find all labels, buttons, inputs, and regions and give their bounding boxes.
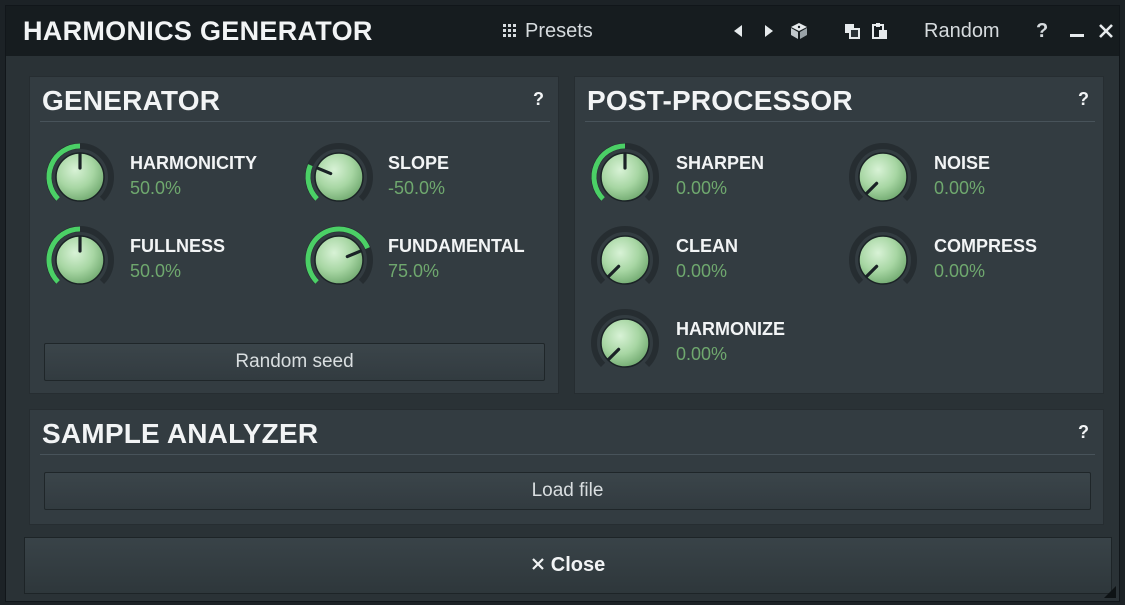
knob-graphic <box>849 143 917 202</box>
titlebar: HARMONICS GENERATOR Presets Random ? <box>6 6 1119 56</box>
paste-icon <box>872 22 888 40</box>
knob-graphic <box>305 143 373 202</box>
knob-graphic <box>46 143 114 202</box>
divider <box>40 121 550 122</box>
slope-knob[interactable] <box>301 139 377 215</box>
sample-analyzer-title: SAMPLE ANALYZER <box>42 418 319 449</box>
random-seed-button[interactable]: Random seed <box>44 343 545 381</box>
copy-button[interactable] <box>844 18 860 44</box>
fundamental-knob[interactable] <box>301 222 377 298</box>
generator-panel: GENERATOR ? HARMONICITY 50.0% SLOPE -50.… <box>29 76 559 394</box>
fundamental-label: FUNDAMENTAL <box>388 236 525 256</box>
close-label: Close <box>550 554 606 576</box>
divider <box>40 454 1095 455</box>
close-button[interactable]: Close <box>24 537 1112 594</box>
divider <box>585 121 1095 122</box>
harmonize-label: HARMONIZE <box>676 319 785 339</box>
sample-analyzer-panel: SAMPLE ANALYZER ? Load file <box>29 409 1104 525</box>
knob-graphic <box>591 226 659 285</box>
random-button[interactable]: Random <box>924 18 1000 44</box>
post-processor-title: POST-PROCESSOR <box>587 85 853 116</box>
minimize-button[interactable] <box>1069 18 1085 44</box>
noise-label: NOISE <box>934 153 991 173</box>
slope-value: -50.0% <box>388 178 446 198</box>
plugin-window: HARMONICS GENERATOR Presets Random ? GEN… <box>5 5 1120 602</box>
minimize-icon <box>1069 23 1085 39</box>
sharpen-knob[interactable] <box>587 139 663 215</box>
sharpen-label: SHARPEN <box>676 153 765 173</box>
close-window-button[interactable] <box>1098 18 1114 44</box>
presets-label: Presets <box>525 19 593 42</box>
generator-title: GENERATOR <box>42 85 221 116</box>
load-file-button[interactable]: Load file <box>44 472 1091 510</box>
harmonize-knob[interactable] <box>587 305 663 381</box>
compress-label: COMPRESS <box>934 236 1038 256</box>
fundamental-value: 75.0% <box>388 261 440 281</box>
fullness-value: 50.0% <box>130 261 182 281</box>
knob-graphic <box>591 309 659 368</box>
harmonicity-knob[interactable] <box>42 139 118 215</box>
fullness-label: FULLNESS <box>130 236 226 256</box>
noise-value: 0.00% <box>934 178 986 198</box>
sample-analyzer-help-button[interactable]: ? <box>1078 422 1089 443</box>
sharpen-value: 0.00% <box>676 178 728 198</box>
close-icon <box>531 554 545 577</box>
grid-icon <box>503 24 517 38</box>
knob-graphic <box>591 143 659 202</box>
harmonize-value: 0.00% <box>676 344 728 364</box>
compress-value: 0.00% <box>934 261 986 281</box>
triangle-left-icon <box>733 24 743 38</box>
harmonicity-value: 50.0% <box>130 178 182 198</box>
paste-button[interactable] <box>872 18 888 44</box>
post-processor-panel: POST-PROCESSOR ? SHARPEN 0.00% NOISE 0.0… <box>574 76 1104 394</box>
generator-help-button[interactable]: ? <box>533 89 544 110</box>
knob-graphic <box>305 226 373 285</box>
slope-label: SLOPE <box>388 153 450 173</box>
knob-graphic <box>46 226 114 285</box>
dice-icon <box>790 22 808 40</box>
app-title: HARMONICS GENERATOR <box>23 16 373 46</box>
close-icon <box>1098 23 1114 39</box>
clean-label: CLEAN <box>676 236 738 256</box>
fullness-knob[interactable] <box>42 222 118 298</box>
previous-preset-button[interactable] <box>733 18 743 44</box>
resize-grip[interactable] <box>1104 586 1116 598</box>
clean-knob[interactable] <box>587 222 663 298</box>
triangle-right-icon <box>764 24 774 38</box>
next-preset-button[interactable] <box>764 18 774 44</box>
presets-button[interactable]: Presets <box>503 18 593 44</box>
harmonicity-label: HARMONICITY <box>130 153 257 173</box>
compress-knob[interactable] <box>845 222 921 298</box>
noise-knob[interactable] <box>845 139 921 215</box>
knob-graphic <box>849 226 917 285</box>
copy-icon <box>844 23 860 39</box>
clean-value: 0.00% <box>676 261 728 281</box>
post-processor-help-button[interactable]: ? <box>1078 89 1089 110</box>
help-button[interactable]: ? <box>1036 18 1048 44</box>
randomize-preset-button[interactable] <box>790 18 808 44</box>
